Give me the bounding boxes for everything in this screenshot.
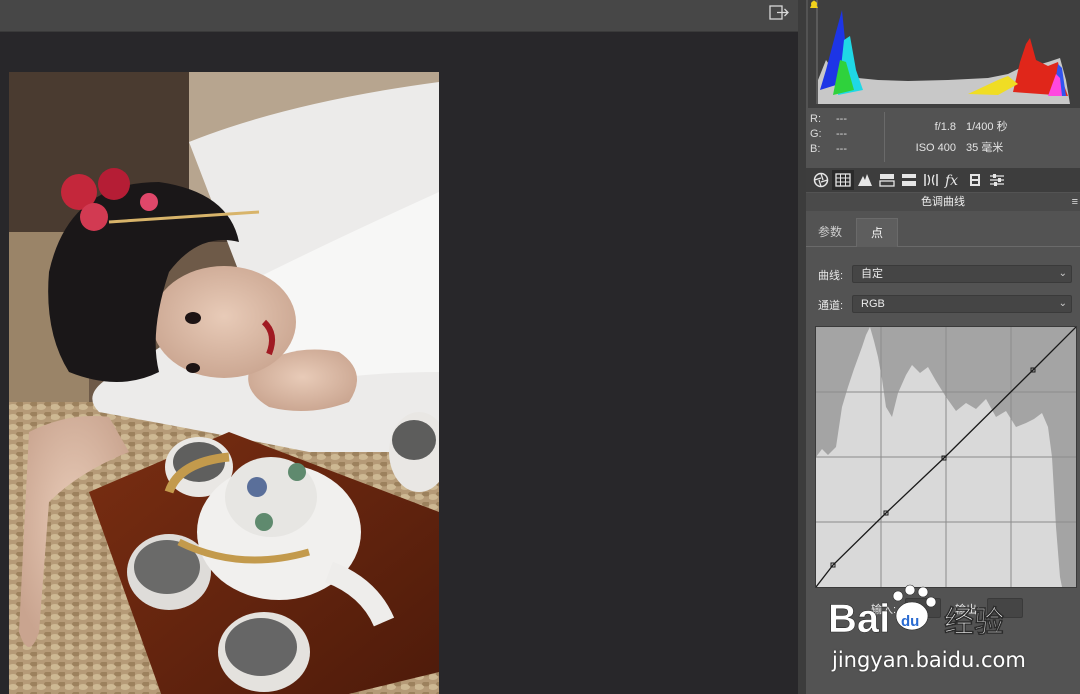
tab-point[interactable]: 点 bbox=[856, 218, 898, 247]
aperture-value: f/1.8 bbox=[934, 121, 956, 133]
panel-menu-icon[interactable]: ≡ bbox=[1072, 193, 1078, 211]
iso-value: ISO 400 bbox=[915, 142, 956, 154]
curve-label: 曲线: bbox=[818, 270, 844, 282]
top-bar bbox=[0, 0, 798, 32]
mountain-icon[interactable] bbox=[854, 170, 876, 190]
shutter-value: 1/400 秒 bbox=[966, 121, 1008, 133]
chevron-down-icon: ⌄ bbox=[1058, 268, 1067, 279]
fx-icon[interactable]: fx bbox=[942, 170, 964, 190]
rgb-readout: R: --- G: --- B: --- bbox=[810, 112, 884, 164]
r-label: R: bbox=[810, 113, 821, 125]
film-icon[interactable] bbox=[964, 170, 986, 190]
tab-parametric[interactable]: 参数 bbox=[806, 218, 854, 247]
curve-io-row: 输入: 输出: bbox=[815, 596, 1077, 622]
svg-text:fx: fx bbox=[944, 173, 958, 188]
grid-icon[interactable] bbox=[832, 170, 854, 190]
input-field[interactable] bbox=[905, 598, 941, 618]
channel-select[interactable]: RGB ⌄ bbox=[852, 295, 1072, 313]
section-title: 色调曲线 bbox=[921, 196, 965, 208]
curve-preset-value: 自定 bbox=[861, 268, 883, 280]
output-field[interactable] bbox=[987, 598, 1023, 618]
image-canvas[interactable] bbox=[0, 32, 798, 694]
output-label: 输出: bbox=[955, 604, 981, 616]
panel-tool-tabs: fx bbox=[806, 168, 1080, 192]
g-label: G: bbox=[810, 128, 822, 140]
channel-label: 通道: bbox=[818, 300, 844, 312]
exif-info: f/1.8 1/400 秒 ISO 400 35 毫米 bbox=[900, 117, 1070, 159]
sliders-icon[interactable] bbox=[986, 170, 1008, 190]
lens-icon[interactable] bbox=[920, 170, 942, 190]
b-label: B: bbox=[810, 143, 821, 155]
focal-length-value: 35 毫米 bbox=[966, 142, 1004, 154]
photo-preview bbox=[9, 72, 439, 694]
tone-curve-header: 色调曲线 ≡ bbox=[806, 193, 1080, 211]
chevron-down-icon: ⌄ bbox=[1058, 298, 1067, 309]
detail-icon[interactable] bbox=[898, 170, 920, 190]
channel-value: RGB bbox=[861, 298, 885, 310]
b-value: --- bbox=[836, 143, 847, 155]
g-value: --- bbox=[836, 128, 847, 140]
curve-tabs: 参数 点 bbox=[806, 218, 1080, 247]
split-tone-icon[interactable] bbox=[876, 170, 898, 190]
watermark-url: jingyan.baidu.com bbox=[832, 648, 1026, 672]
exit-fullscreen-icon[interactable] bbox=[768, 4, 790, 22]
histogram bbox=[808, 0, 1080, 108]
aperture-icon[interactable] bbox=[810, 170, 832, 190]
input-label: 输入: bbox=[871, 604, 897, 616]
curve-preset-select[interactable]: 自定 ⌄ bbox=[852, 265, 1072, 283]
panel-divider bbox=[798, 0, 806, 694]
r-value: --- bbox=[836, 113, 847, 125]
readout-separator bbox=[884, 112, 885, 162]
tone-curve-graph[interactable] bbox=[815, 326, 1077, 588]
